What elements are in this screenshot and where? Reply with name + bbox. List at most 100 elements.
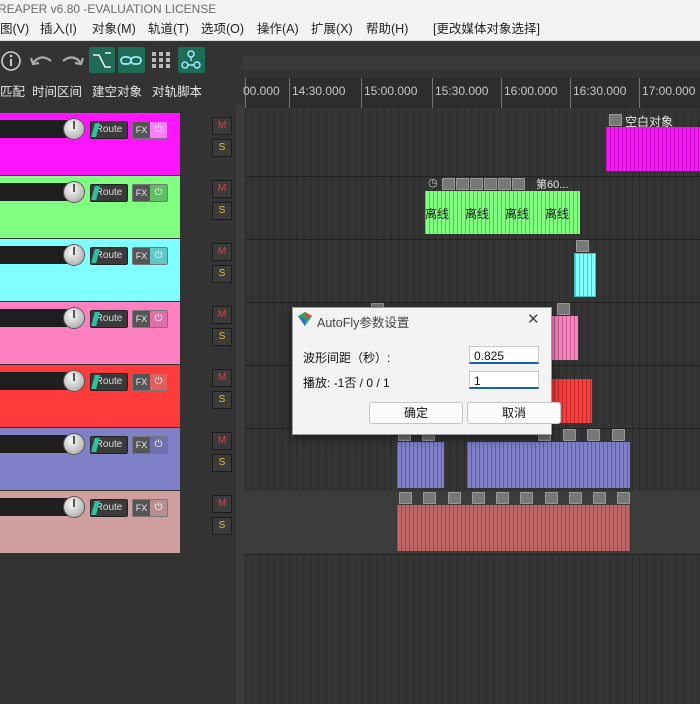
mute-button[interactable]: M — [212, 243, 232, 261]
media-item[interactable] — [550, 316, 578, 360]
volume-knob-icon[interactable] — [64, 308, 84, 328]
solo-button[interactable]: S — [212, 391, 232, 409]
route-button[interactable]: Route — [90, 247, 128, 265]
media-item[interactable] — [574, 253, 596, 297]
volume-knob-icon[interactable] — [64, 434, 84, 454]
menu-help[interactable]: 帮助(H) — [366, 18, 408, 40]
env-icon[interactable] — [498, 178, 511, 190]
item-icon[interactable] — [617, 492, 630, 504]
grid-icon[interactable] — [149, 47, 175, 73]
item-icon[interactable] — [569, 492, 582, 504]
fx-item-icon[interactable] — [484, 178, 497, 190]
item-icon[interactable] — [557, 303, 570, 315]
spacing-input[interactable]: 0.825 — [469, 346, 539, 364]
item-icon[interactable] — [545, 492, 558, 504]
fx-button[interactable]: FX ⏻ — [132, 436, 168, 454]
fx-button[interactable]: FX ⏻ — [132, 310, 168, 328]
close-icon[interactable]: ✕ — [527, 310, 540, 328]
media-item[interactable] — [467, 442, 630, 488]
route-button[interactable]: Route — [90, 499, 128, 517]
track-3-header[interactable]: Route FX ⏻ — [0, 239, 180, 301]
toolbar-label-create-empty[interactable]: 建空对象 — [92, 81, 142, 100]
power-icon[interactable]: ⏻ — [150, 122, 167, 138]
ripple-icon[interactable] — [89, 47, 115, 73]
menu-insert[interactable]: 插入(I) — [40, 18, 77, 40]
track-1-header[interactable]: Route FX ⏻ — [0, 113, 180, 175]
offline-item[interactable]: 离线 离线 离线 离线 — [425, 191, 580, 234]
mute-button[interactable]: M — [212, 117, 232, 135]
track-4-header[interactable]: Route FX ⏻ — [0, 302, 180, 364]
route-button[interactable]: Route — [90, 436, 128, 454]
menu-extensions[interactable]: 扩展(X) — [311, 18, 353, 40]
menu-track[interactable]: 轨道(T) — [148, 18, 189, 40]
power-icon[interactable]: ⏻ — [150, 374, 167, 390]
power-icon[interactable]: ⏻ — [150, 248, 167, 264]
share-icon[interactable] — [178, 47, 205, 73]
solo-button[interactable]: S — [212, 265, 232, 283]
take-icon[interactable] — [470, 178, 483, 190]
toolbar-label-track-script[interactable]: 对轨脚本 — [152, 81, 202, 100]
item-icon[interactable] — [472, 492, 485, 504]
volume-knob-icon[interactable] — [64, 245, 84, 265]
undo-icon[interactable] — [29, 49, 55, 73]
route-button[interactable]: Route — [90, 184, 128, 202]
solo-button[interactable]: S — [212, 517, 232, 535]
power-icon[interactable]: ⏻ — [150, 311, 167, 327]
mute-item-icon[interactable] — [456, 178, 469, 190]
media-item[interactable] — [397, 442, 444, 488]
fx-button[interactable]: FX ⏻ — [132, 499, 168, 517]
empty-item[interactable] — [606, 127, 700, 171]
volume-knob-icon[interactable] — [64, 371, 84, 391]
menu-actions[interactable]: 操作(A) — [257, 18, 299, 40]
toolbar-label-time-range[interactable]: 时间区间 — [32, 81, 82, 100]
menu-view[interactable]: 图(V) — [0, 18, 29, 40]
solo-button[interactable]: S — [212, 328, 232, 346]
solo-button[interactable]: S — [212, 139, 232, 157]
mute-button[interactable]: M — [212, 306, 232, 324]
track-7-header[interactable]: Route FX ⏻ — [0, 491, 180, 553]
volume-knob-icon[interactable] — [64, 182, 84, 202]
info-icon[interactable] — [0, 49, 26, 73]
item-icon[interactable] — [423, 492, 436, 504]
play-input[interactable]: 1 — [469, 371, 539, 389]
item-icon[interactable] — [399, 492, 412, 504]
solo-button[interactable]: S — [212, 454, 232, 472]
power-icon[interactable]: ⏻ — [150, 437, 167, 453]
menu-options[interactable]: 选项(O) — [201, 18, 244, 40]
mute-button[interactable]: M — [212, 369, 232, 387]
fx-button[interactable]: FX ⏻ — [132, 373, 168, 391]
route-button[interactable]: Route — [90, 310, 128, 328]
mute-button[interactable]: M — [212, 495, 232, 513]
item-icon[interactable] — [576, 240, 589, 252]
mute-button[interactable]: M — [212, 180, 232, 198]
fx-button[interactable]: FX ⏻ — [132, 184, 168, 202]
item-icon[interactable] — [496, 492, 509, 504]
redo-icon[interactable] — [59, 49, 85, 73]
volume-knob-icon[interactable] — [64, 119, 84, 139]
power-icon[interactable]: ⏻ — [150, 185, 167, 201]
volume-knob-icon[interactable] — [64, 497, 84, 517]
track-6-header[interactable]: Route FX ⏻ — [0, 428, 180, 490]
route-button[interactable]: Route — [90, 373, 128, 391]
menu-item[interactable]: 对象(M) — [92, 18, 136, 40]
lock-icon[interactable] — [442, 178, 455, 190]
item-icon[interactable] — [593, 492, 606, 504]
cancel-button[interactable]: 取消 — [467, 402, 561, 424]
fx-button[interactable]: FX ⏻ — [132, 247, 168, 265]
solo-button[interactable]: S — [212, 202, 232, 220]
props-icon[interactable] — [512, 178, 525, 190]
menu-change-selection[interactable]: [更改媒体对象选择] — [433, 18, 540, 40]
track-5-header[interactable]: Route FX ⏻ — [0, 365, 180, 427]
item-icon[interactable] — [587, 429, 600, 441]
route-button[interactable]: Route — [90, 121, 128, 139]
panel-divider[interactable] — [236, 105, 245, 704]
power-icon[interactable]: ⏻ — [150, 500, 167, 516]
media-item[interactable] — [397, 505, 630, 551]
item-icon[interactable] — [448, 492, 461, 504]
toolbar-label-match[interactable]: 匹配 — [0, 81, 25, 100]
fx-button[interactable]: FX ⏻ — [132, 121, 168, 139]
item-icon[interactable] — [609, 114, 622, 126]
track-2-header[interactable]: Route FX ⏻ — [0, 176, 180, 238]
ok-button[interactable]: 确定 — [369, 402, 463, 424]
timeline-ruler[interactable]: 00.000 14:30.000 15:00.000 15:30.000 16:… — [243, 78, 700, 108]
